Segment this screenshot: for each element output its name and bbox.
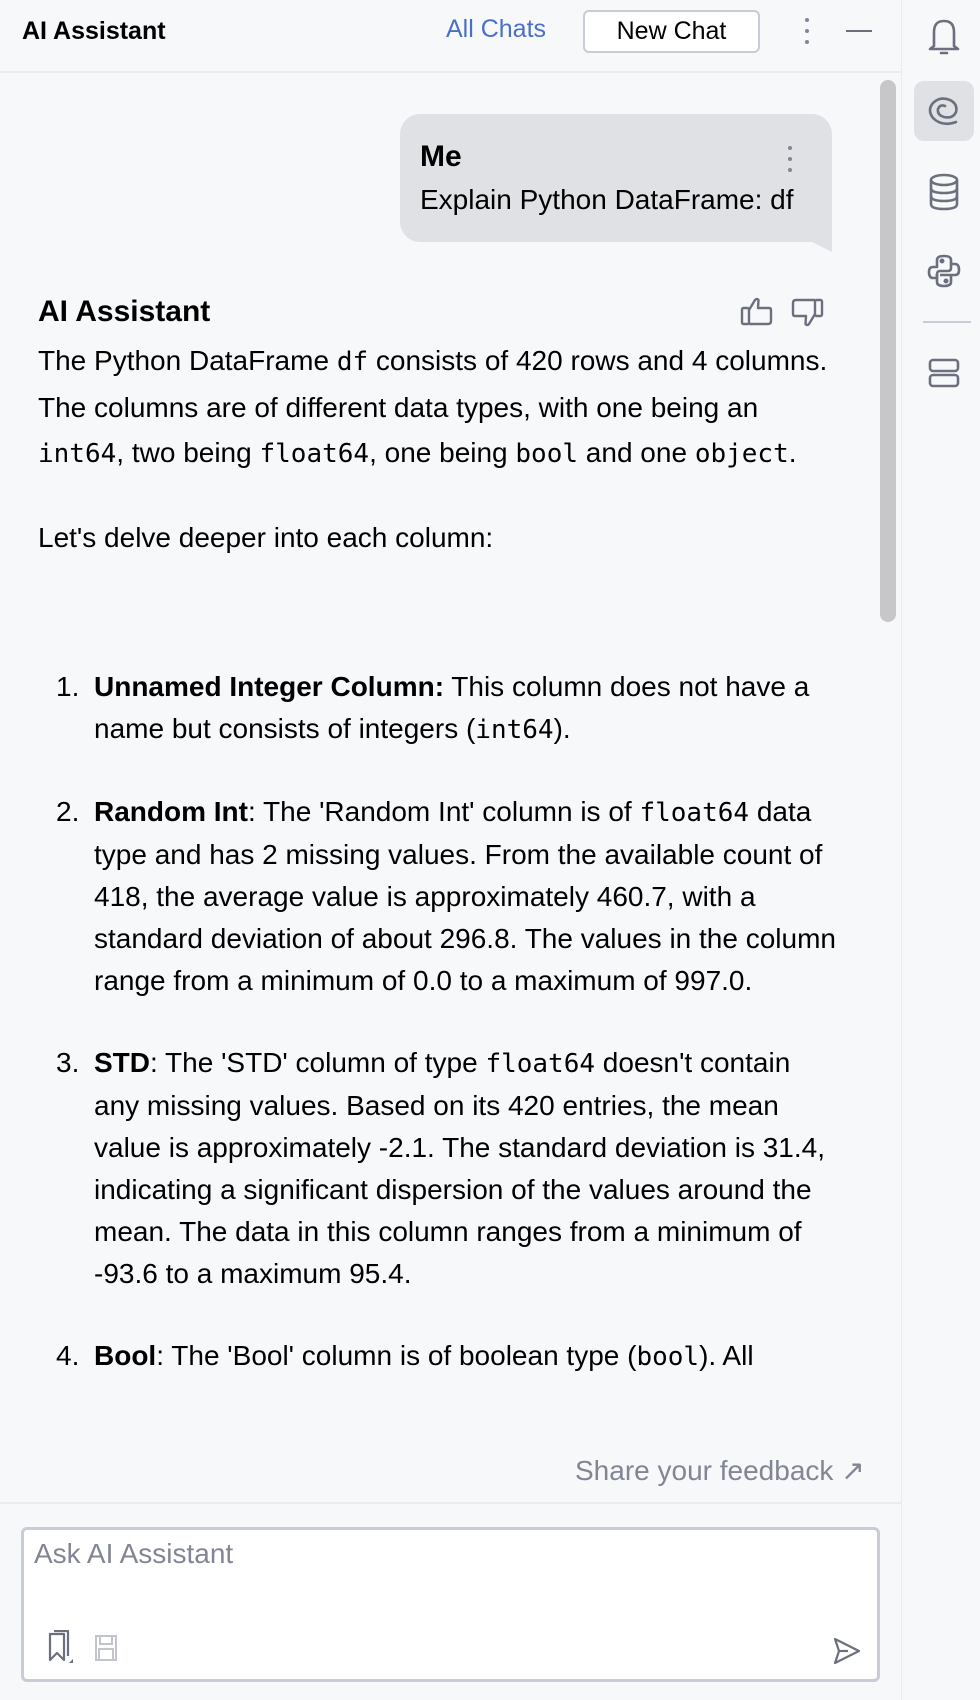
list-number: 4. <box>56 1340 80 1371</box>
text: : The 'Random Int' column is of <box>248 796 640 827</box>
inline-code: int64 <box>38 439 117 469</box>
text: , two being <box>116 437 260 468</box>
text: The Python DataFrame <box>38 345 337 376</box>
list-item: 2. Random Int: The 'Random Int' column i… <box>56 791 836 1002</box>
right-tool-strip <box>903 0 980 1700</box>
new-chat-button[interactable]: New Chat <box>583 10 760 53</box>
thumbs-down-icon[interactable] <box>790 296 824 328</box>
inline-code: float64 <box>639 798 750 828</box>
inline-code: df <box>336 347 369 377</box>
minimize-icon[interactable] <box>846 30 872 32</box>
column-name: Random Int <box>94 796 248 827</box>
user-message-text: Explain Python DataFrame: df <box>420 184 794 215</box>
inline-code: int64 <box>475 715 554 745</box>
user-message-bubble: Me Explain Python DataFrame: df <box>400 114 832 242</box>
list-number: 3. <box>56 1047 80 1078</box>
more-options-icon[interactable] <box>795 14 819 48</box>
inline-code: float64 <box>259 439 370 469</box>
assistant-message-body: The Python DataFrame df consists of 420 … <box>38 338 838 560</box>
inline-code: bool <box>515 439 579 469</box>
structure-icon[interactable] <box>914 343 974 403</box>
python-icon[interactable] <box>914 241 974 301</box>
ai-assistant-panel: AI Assistant All Chats New Chat Me Expla… <box>0 0 902 1700</box>
list-number: 1. <box>56 671 80 702</box>
text: and one <box>578 437 695 468</box>
text: : The 'Bool' column is of boolean type ( <box>156 1340 637 1371</box>
panel-header: AI Assistant All Chats New Chat <box>0 0 902 73</box>
inline-code: bool <box>636 1342 700 1372</box>
text: , one being <box>369 437 516 468</box>
assistant-intro-paragraph: The Python DataFrame df consists of 420 … <box>38 338 838 477</box>
bell-icon[interactable] <box>914 6 974 66</box>
text: : The 'STD' column of type <box>150 1047 486 1078</box>
chat-scrollbar[interactable] <box>880 80 896 622</box>
assistant-delve-paragraph: Let's delve deeper into each column: <box>38 522 494 553</box>
inline-code: float64 <box>485 1049 596 1079</box>
list-item: 3. STD: The 'STD' column of type float64… <box>56 1042 836 1295</box>
prompt-library-icon[interactable] <box>46 1629 76 1669</box>
column-name: STD <box>94 1047 150 1078</box>
save-icon[interactable] <box>94 1634 118 1667</box>
column-name: Bool <box>94 1340 157 1371</box>
list-item: 1. Unnamed Integer Column: This column d… <box>56 666 836 751</box>
inline-code: object <box>694 439 789 469</box>
thumbs-up-icon[interactable] <box>740 296 774 328</box>
panel-title: AI Assistant <box>22 17 166 45</box>
input-divider <box>0 1502 902 1504</box>
database-icon[interactable] <box>914 162 974 222</box>
share-feedback-link[interactable]: Share your feedback ↗ <box>575 1454 865 1487</box>
list-item: 4. Bool: The 'Bool' column is of boolean… <box>56 1335 836 1378</box>
prompt-input[interactable] <box>34 1538 864 1618</box>
text: ). All <box>699 1340 754 1371</box>
column-description-list: 1. Unnamed Integer Column: This column d… <box>56 666 836 1418</box>
all-chats-link[interactable]: All Chats <box>446 15 546 44</box>
message-options-icon[interactable] <box>785 144 795 174</box>
prompt-input-box <box>21 1527 880 1682</box>
tool-strip-divider <box>923 321 971 323</box>
assistant-message-author: AI Assistant <box>38 295 211 328</box>
text: ). <box>553 713 571 744</box>
column-name: Unnamed Integer Column: <box>94 671 445 702</box>
list-number: 2. <box>56 796 80 827</box>
text: . <box>788 437 797 468</box>
text: doesn't contain any missing values. Base… <box>94 1047 826 1289</box>
ai-assistant-icon[interactable] <box>914 81 974 141</box>
user-message-author: Me <box>420 140 462 173</box>
send-icon[interactable] <box>832 1636 862 1671</box>
